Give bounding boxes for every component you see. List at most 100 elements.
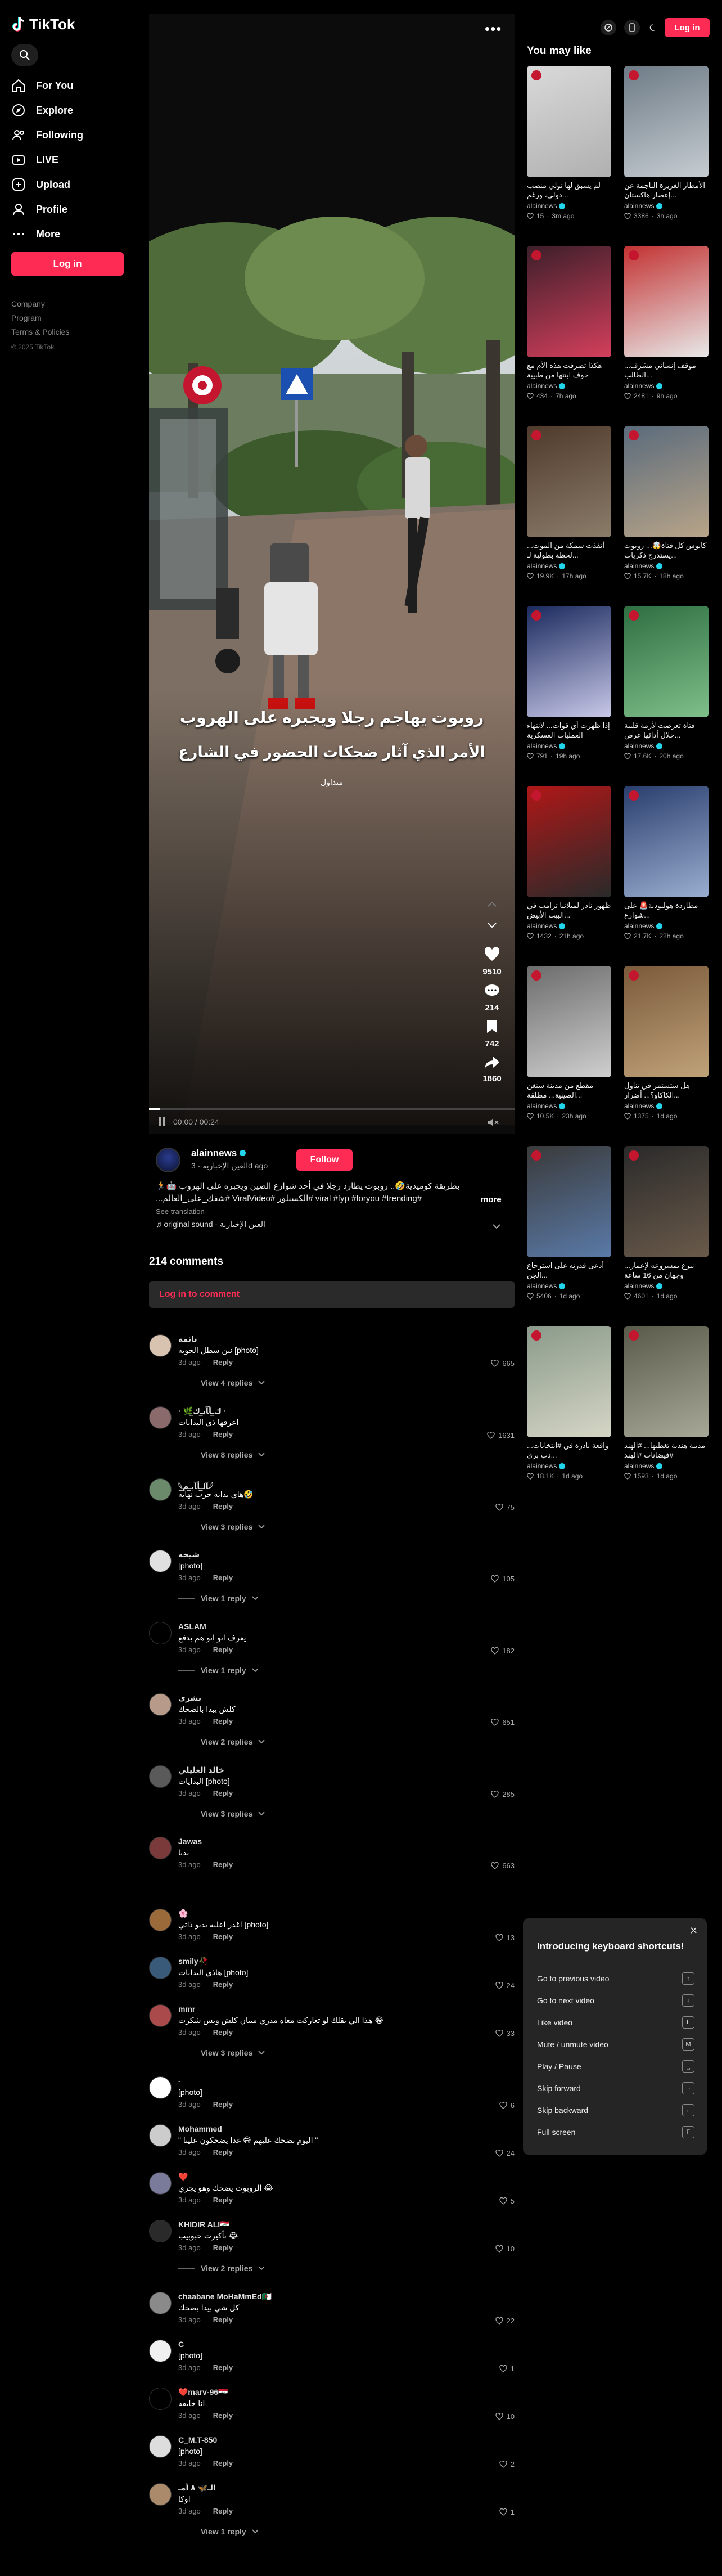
video-thumbnail[interactable] xyxy=(624,786,709,897)
view-replies-button[interactable]: View 3 replies xyxy=(178,1522,265,1531)
card-title[interactable]: الأمطار الغزيرة الناجمة عن إعصار هاكستان… xyxy=(624,181,709,200)
card-title[interactable]: مطاردة هوليودية🚨 على شوارع... xyxy=(624,901,709,920)
sidebar-login-button[interactable]: Log in xyxy=(11,252,124,276)
comment-reply-button[interactable]: Reply xyxy=(213,2028,233,2036)
comment-like-button[interactable]: 651 xyxy=(491,1718,515,1727)
comment-avatar[interactable] xyxy=(149,1406,172,1429)
comment-reply-button[interactable]: Reply xyxy=(213,1430,233,1438)
view-replies-button[interactable]: View 8 replies xyxy=(178,1450,265,1459)
sidebar-item-live[interactable]: LIVE xyxy=(11,150,58,170)
comment-like-button[interactable]: 22 xyxy=(495,2317,515,2325)
video-more-button[interactable]: ••• xyxy=(485,20,502,38)
card-title[interactable]: فتاة تعرضت لأزمة قلبية خلال أدائها عرض..… xyxy=(624,721,709,740)
comment-like-button[interactable]: 24 xyxy=(495,2149,515,2157)
follow-button[interactable]: Follow xyxy=(296,1149,353,1171)
video-thumbnail[interactable] xyxy=(624,606,709,717)
view-replies-button[interactable]: View 1 reply xyxy=(178,1594,259,1603)
card-title[interactable]: أنقذت سمكة من الموت... لحظة بطولية لـ... xyxy=(527,541,611,560)
card-author[interactable]: alainnews xyxy=(624,1282,663,1290)
card-title[interactable]: هكذا تصرفت هذه الأم مع خوف ابنتها من طبي… xyxy=(527,361,611,380)
volume-button[interactable] xyxy=(487,1117,499,1130)
comment-reply-button[interactable]: Reply xyxy=(213,1502,233,1510)
comment-like-button[interactable]: 5 xyxy=(499,2197,515,2205)
recommended-video-card[interactable]: موقف إنساني مشرف... الطالب... alainnews 24… xyxy=(624,246,709,403)
comment-author[interactable]: بشرى xyxy=(178,1693,201,1703)
comment-avatar[interactable] xyxy=(149,2220,172,2242)
video-thumbnail[interactable] xyxy=(624,1146,709,1257)
view-replies-button[interactable]: View 1 reply xyxy=(178,1666,259,1675)
comment-avatar[interactable] xyxy=(149,1334,172,1357)
comment-avatar[interactable] xyxy=(149,2292,172,2314)
comment-reply-button[interactable]: Reply xyxy=(213,2196,233,2204)
view-replies-button[interactable]: View 2 replies xyxy=(178,2264,265,2273)
comment-avatar[interactable] xyxy=(149,2388,172,2410)
comment-author[interactable]: · 🌿ﻙ̲ـﺄﺂﻳ̲ـﻙ̲ · xyxy=(178,1406,227,1416)
card-title[interactable]: مقطع من مدينة شنغن الصينية... مطلقة... xyxy=(527,1081,611,1100)
comment-avatar[interactable] xyxy=(149,2124,172,2147)
comment-reply-button[interactable]: Reply xyxy=(213,2100,233,2109)
comment-reply-button[interactable]: Reply xyxy=(213,2507,233,2515)
close-icon[interactable]: ✕ xyxy=(689,1925,698,1937)
comment-button[interactable]: 214 xyxy=(481,983,503,1013)
card-author[interactable]: alainnews xyxy=(624,1462,663,1470)
comment-avatar[interactable] xyxy=(149,1693,172,1716)
comment-reply-button[interactable]: Reply xyxy=(213,2363,233,2372)
card-title[interactable]: إذا ظهرت أي قوات... لانتهاء العمليات الع… xyxy=(527,721,611,740)
card-author[interactable]: alainnews xyxy=(527,1102,566,1110)
comment-reply-button[interactable]: Reply xyxy=(213,1980,233,1989)
recommended-video-card[interactable]: مدينة هندية تغطيها... #الهند #فيضانات #ا… xyxy=(624,1326,709,1483)
view-replies-button[interactable]: View 2 replies xyxy=(178,1737,265,1746)
recommended-video-card[interactable]: فتاة تعرضت لأزمة قلبية خلال أدائها عرض..… xyxy=(624,606,709,763)
sidebar-item-for-you[interactable]: For You xyxy=(11,75,73,96)
card-title[interactable]: واقعة نادرة في #انتخابات... دب بري... xyxy=(527,1441,611,1460)
card-author[interactable]: alainnews xyxy=(527,202,566,210)
view-replies-button[interactable]: View 3 replies xyxy=(178,2048,265,2057)
comment-author[interactable]: Mohammed xyxy=(178,2124,222,2133)
comment-like-button[interactable]: 665 xyxy=(491,1359,515,1368)
card-title[interactable]: لم يسبق لها تولي منصب دولي، ورغم... xyxy=(527,181,611,200)
comment-author[interactable]: KHIDIR ALI🇮🇶 xyxy=(178,2220,230,2229)
video-player[interactable] xyxy=(149,14,515,1134)
card-author[interactable]: alainnews xyxy=(527,922,566,930)
comment-like-button[interactable]: 1 xyxy=(499,2364,515,2373)
recommended-video-card[interactable]: أنقذت سمكة من الموت... لحظة بطولية لـ...… xyxy=(527,426,611,583)
comment-author[interactable]: خالد العليلي xyxy=(178,1765,224,1775)
comment-author[interactable]: ❤️ xyxy=(178,2172,188,2182)
video-thumbnail[interactable] xyxy=(624,426,709,537)
video-thumbnail[interactable] xyxy=(527,66,611,177)
save-button[interactable]: 742 xyxy=(481,1019,503,1049)
recommended-video-card[interactable]: هل ستستمر في تناول الكاكاو؟... أضرار... a… xyxy=(624,966,709,1123)
recommended-video-card[interactable]: مطاردة هوليودية🚨 على شوارع... alainnews 21… xyxy=(624,786,709,943)
card-author[interactable]: alainnews xyxy=(527,1282,566,1290)
card-author[interactable]: alainnews xyxy=(624,562,663,570)
video-thumbnail[interactable] xyxy=(624,966,709,1077)
comment-author[interactable]: mmr xyxy=(178,2004,195,2013)
card-title[interactable]: أدعى قدرته على استرجاع الجن... xyxy=(527,1261,611,1280)
recommended-video-card[interactable]: إذا ظهرت أي قوات... لانتهاء العمليات الع… xyxy=(527,606,611,763)
see-translation-link[interactable]: See translation xyxy=(156,1207,205,1216)
comment-like-button[interactable]: 663 xyxy=(491,1862,515,1870)
comment-like-button[interactable]: 33 xyxy=(495,2029,515,2038)
comment-reply-button[interactable]: Reply xyxy=(213,2316,233,2324)
recommended-video-card[interactable]: الأمطار الغزيرة الناجمة عن إعصار هاكستان… xyxy=(624,66,709,223)
video-thumbnail[interactable] xyxy=(527,606,611,717)
comment-avatar[interactable] xyxy=(149,2435,172,2458)
comment-avatar[interactable] xyxy=(149,2076,172,2099)
tiktok-logo[interactable]: TikTok xyxy=(11,16,75,33)
comment-like-button[interactable]: 6 xyxy=(499,2101,515,2110)
comment-reply-button[interactable]: Reply xyxy=(213,1574,233,1582)
comment-reply-button[interactable]: Reply xyxy=(213,1932,233,1941)
video-thumbnail[interactable] xyxy=(527,786,611,897)
comment-reply-button[interactable]: Reply xyxy=(213,1358,233,1366)
comment-avatar[interactable] xyxy=(149,1622,172,1644)
comment-author[interactable]: ASLAM xyxy=(178,1622,206,1631)
card-title[interactable]: ظهور نادر لميلانيا ترامب في البيت الأبيض… xyxy=(527,901,611,920)
video-progress-bar[interactable] xyxy=(149,1108,515,1110)
pause-icon[interactable] xyxy=(157,1117,166,1127)
nav-prev-button[interactable] xyxy=(481,900,503,911)
recommended-video-card[interactable]: مقطع من مدينة شنغن الصينية... مطلقة... al… xyxy=(527,966,611,1123)
sidebar-item-following[interactable]: Following xyxy=(11,125,83,145)
comment-avatar[interactable] xyxy=(149,2172,172,2195)
video-thumbnail[interactable] xyxy=(624,1326,709,1437)
comment-author[interactable]: شيخه xyxy=(178,1550,200,1559)
